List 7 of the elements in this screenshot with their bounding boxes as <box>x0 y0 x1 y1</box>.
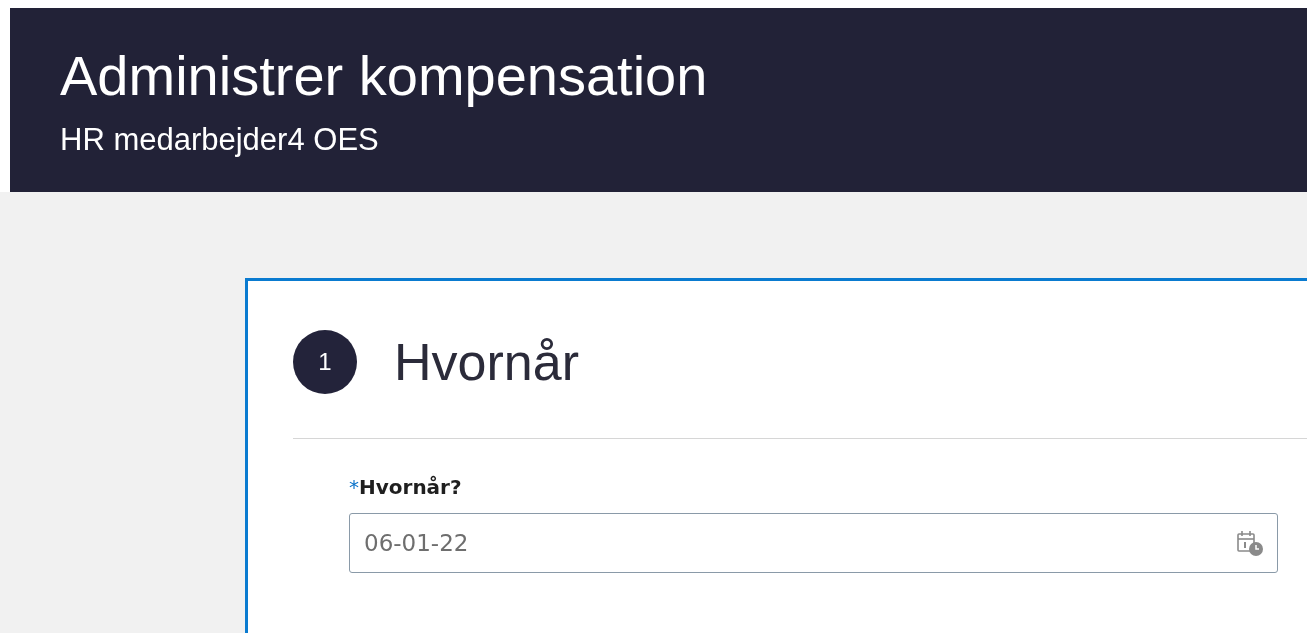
section-title: Hvornår <box>394 332 579 392</box>
calendar-clock-icon[interactable] <box>1236 529 1264 557</box>
field-label: *Hvornår? <box>349 475 462 499</box>
page-title: Administrer kompensation <box>60 43 708 109</box>
date-field[interactable]: 06-01-22 <box>349 513 1278 573</box>
page-subtitle: HR medarbejder4 OES <box>60 121 379 159</box>
step-number: 1 <box>293 330 357 394</box>
